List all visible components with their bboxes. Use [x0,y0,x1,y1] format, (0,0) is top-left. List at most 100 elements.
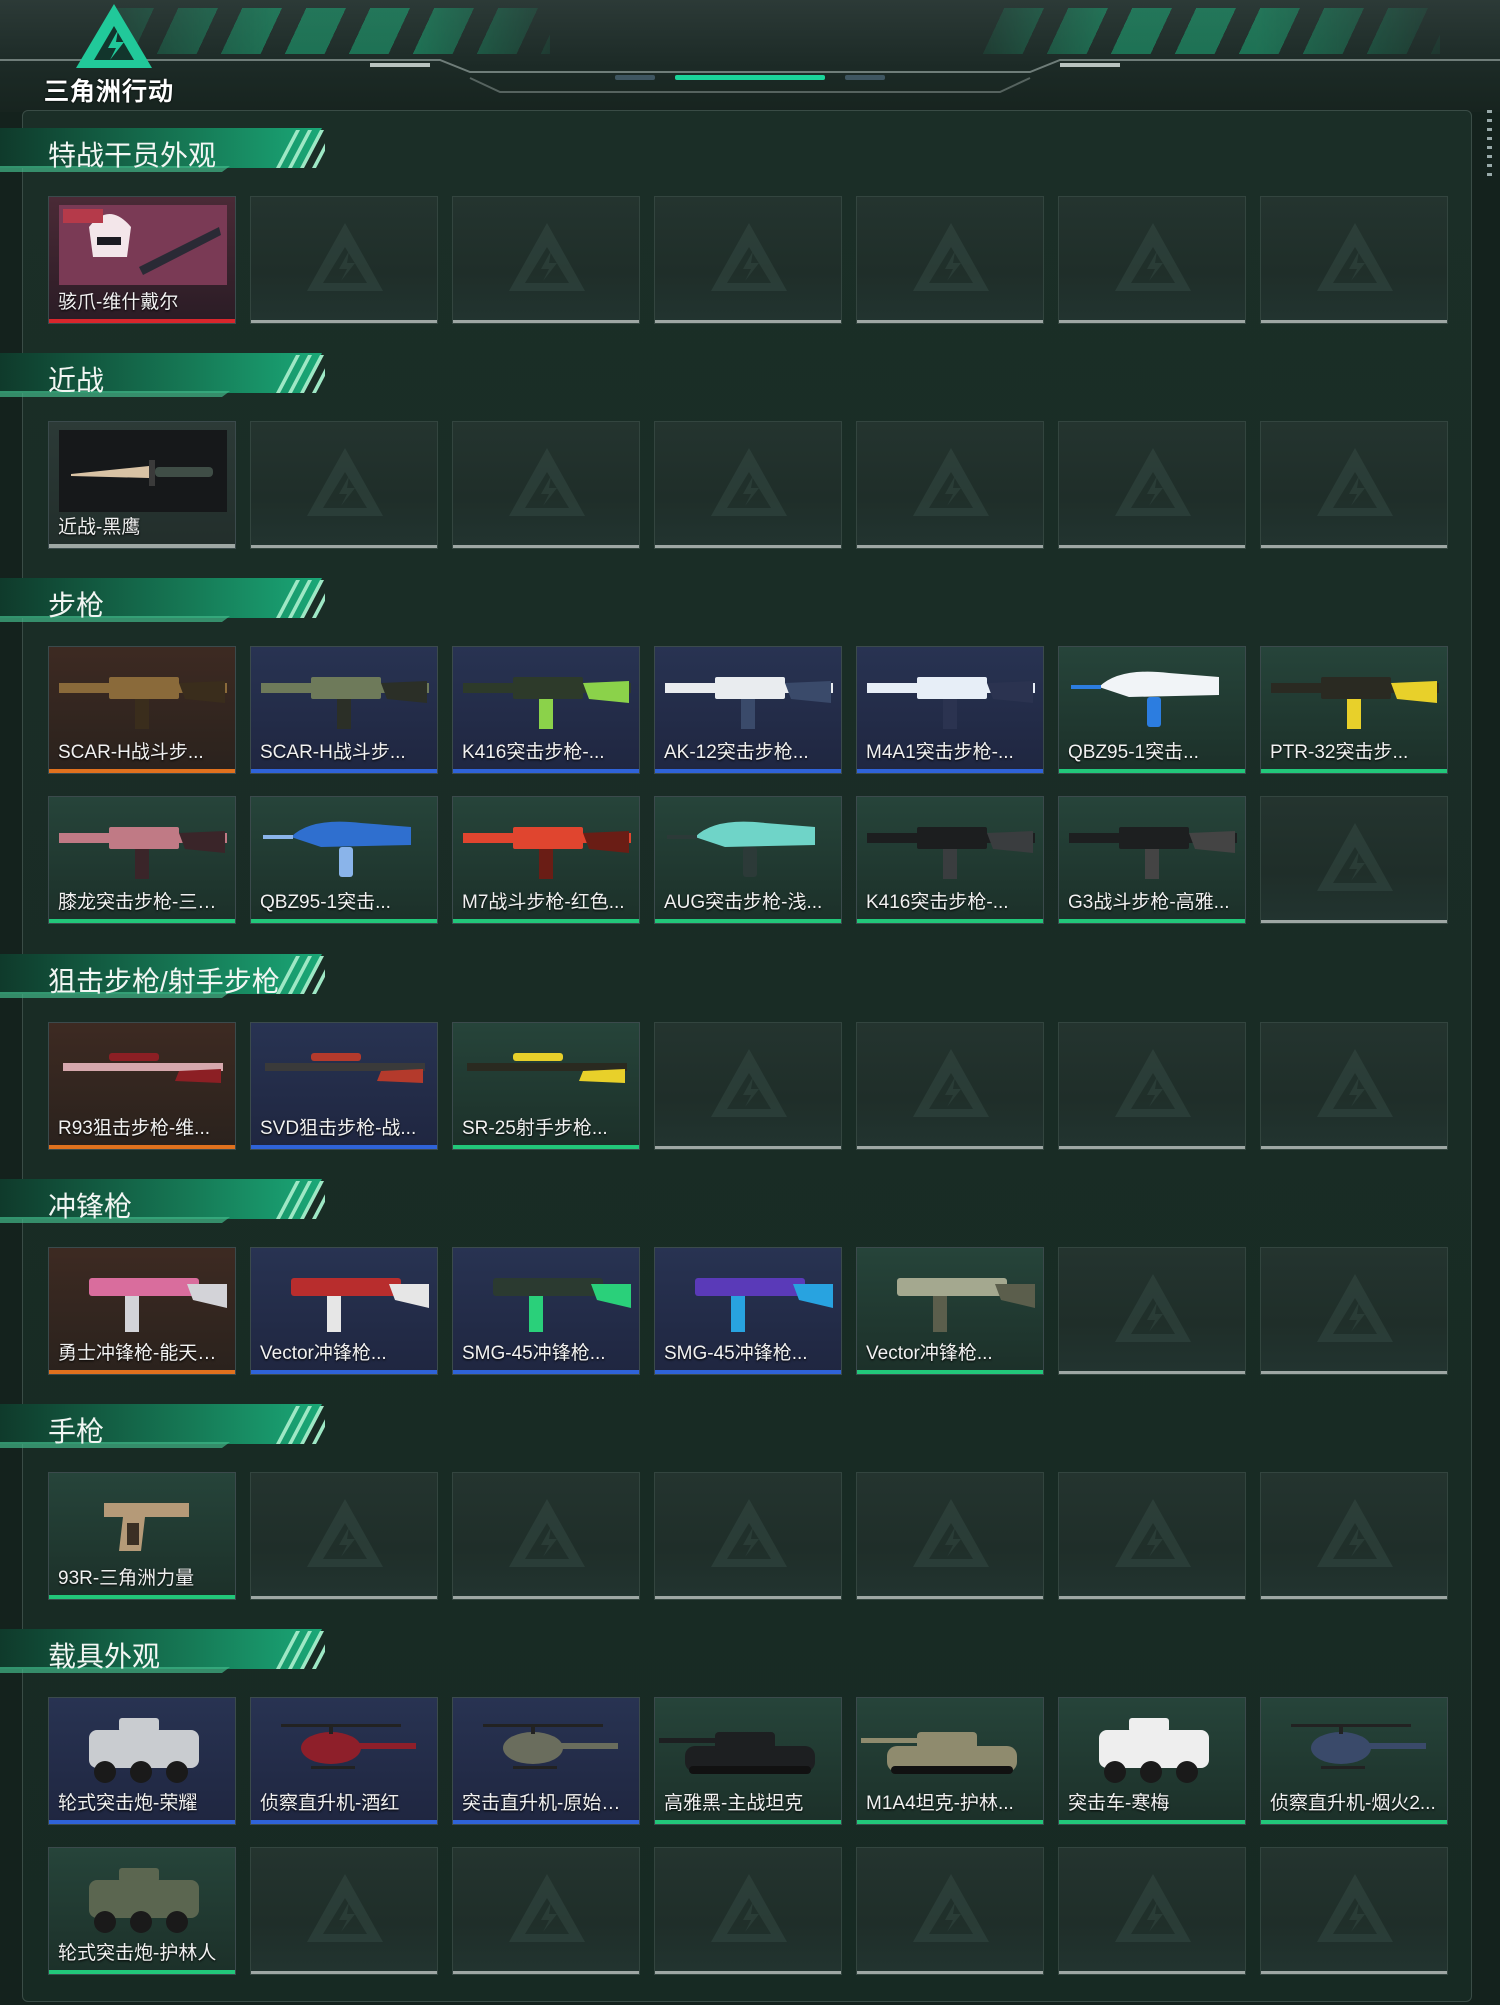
item-card[interactable]: 高雅黑-主战坦克 [654,1697,842,1825]
top-banner: 三角洲行动 [0,0,1500,112]
delta-watermark-icon [1115,448,1191,516]
item-card[interactable]: SCAR-H战斗步... [48,646,236,774]
empty-slot [1260,796,1448,924]
delta-watermark-icon [1115,223,1191,291]
empty-slot [654,196,842,324]
item-card[interactable]: 勇士冲锋枪-能天使... [48,1247,236,1375]
item-name: 膝龙突击步枪-三角... [58,892,231,913]
item-card[interactable]: Vector冲锋枪... [856,1247,1044,1375]
section-title: 近战 [48,365,105,396]
item-card[interactable]: 侦察直升机-烟火2... [1260,1697,1448,1825]
rarity-bar [857,1370,1043,1374]
rarity-bar [49,544,235,548]
rarity-bar [1059,1371,1245,1374]
rarity-bar [1261,769,1447,773]
item-card[interactable]: QBZ95-1突击... [1058,646,1246,774]
item-card[interactable]: SVD狙击步枪-战... [250,1022,438,1150]
empty-slot [1058,1022,1246,1150]
rifle-green-icon [261,677,429,729]
item-card[interactable]: 轮式突击炮-荣耀 [48,1697,236,1825]
rarity-bar [1261,1146,1447,1149]
item-name: SVD狙击步枪-战... [260,1118,417,1139]
bullpup-white-icon [1071,671,1219,727]
section-header: 特战干员外观 [0,118,330,178]
banner-frame [0,59,1500,93]
delta-watermark-icon [711,223,787,291]
rarity-bar [655,1146,841,1149]
empty-slot [654,421,842,549]
item-card[interactable]: SR-25射手步枪... [452,1022,640,1150]
item-card[interactable]: PTR-32突击步... [1260,646,1448,774]
empty-slot [1260,1472,1448,1600]
item-card[interactable]: R93狙击步枪-维... [48,1022,236,1150]
delta-watermark-icon [1317,1049,1393,1117]
item-name: 骇爪-维什戴尔 [58,292,179,313]
rarity-bar [251,1971,437,1974]
smg-redcamo-icon [291,1278,429,1332]
scrollbar[interactable] [1487,110,1492,180]
item-card[interactable]: M4A1突击步枪-... [856,646,1044,774]
delta-watermark-icon [913,1049,989,1117]
rarity-bar [453,919,639,923]
delta-watermark-icon [913,1874,989,1942]
item-name: K416突击步枪-... [462,742,605,763]
item-card[interactable]: AUG突击步枪-浅... [654,796,842,924]
rarity-bar [857,919,1043,923]
item-name: R93狙击步枪-维... [58,1118,211,1139]
rifle-white-icon [665,677,833,729]
item-card[interactable]: M7战斗步枪-红色... [452,796,640,924]
item-card[interactable]: M1A4坦克-护林... [856,1697,1044,1825]
item-card[interactable]: AK-12突击步枪... [654,646,842,774]
section-title: 手枪 [48,1416,105,1447]
delta-watermark-icon [913,1499,989,1567]
rarity-bar [1059,769,1245,773]
empty-slot [250,196,438,324]
item-card[interactable]: SCAR-H战斗步... [250,646,438,774]
item-card[interactable]: Vector冲锋枪... [250,1247,438,1375]
item-card[interactable]: 近战-黑鹰 [48,421,236,549]
section-header: 近战 [0,343,330,403]
rarity-bar [1261,1371,1447,1374]
rarity-bar [453,1820,639,1824]
item-name: 侦察直升机-烟火2... [1270,1793,1436,1814]
heli-attack-icon [483,1724,618,1769]
game-logo: 三角洲行动 [38,2,188,106]
item-name: 突击直升机-原始伪... [462,1793,635,1814]
empty-slot [1260,1247,1448,1375]
delta-watermark-icon [711,1049,787,1117]
rarity-bar [1059,919,1245,923]
item-card[interactable]: 突击直升机-原始伪... [452,1697,640,1825]
rarity-bar [1261,545,1447,548]
rarity-bar [857,1971,1043,1974]
item-card[interactable]: 轮式突击炮-护林人 [48,1847,236,1975]
item-card[interactable]: K416突击步枪-... [452,646,640,774]
section-title: 冲锋枪 [48,1191,133,1222]
rarity-bar [251,769,437,773]
rifle-pink-icon [59,827,227,879]
empty-slot [1058,1847,1246,1975]
delta-watermark-icon [1317,1499,1393,1567]
item-card[interactable]: SMG-45冲锋枪... [654,1247,842,1375]
empty-slot [250,421,438,549]
item-card[interactable]: 膝龙突击步枪-三角... [48,796,236,924]
item-card[interactable]: SMG-45冲锋枪... [452,1247,640,1375]
empty-slot [1058,421,1246,549]
rarity-bar [1059,1596,1245,1599]
empty-slot [452,196,640,324]
item-card[interactable]: 骇爪-维什戴尔 [48,196,236,324]
item-card[interactable]: G3战斗步枪-高雅... [1058,796,1246,924]
item-name: 93R-三角洲力量 [58,1568,195,1589]
item-card[interactable]: QBZ95-1突击... [250,796,438,924]
item-card[interactable]: 突击车-寒梅 [1058,1697,1246,1825]
rarity-bar [857,545,1043,548]
item-name: Vector冲锋枪... [866,1343,993,1364]
empty-slot [452,1472,640,1600]
item-name: M1A4坦克-护林... [866,1793,1014,1814]
item-card[interactable]: K416突击步枪-... [856,796,1044,924]
section-header: 步枪 [0,568,330,628]
rarity-bar [857,1596,1043,1599]
item-card[interactable]: 侦察直升机-酒红 [250,1697,438,1825]
rarity-bar [655,769,841,773]
rarity-bar [49,319,235,323]
item-card[interactable]: 93R-三角洲力量 [48,1472,236,1600]
